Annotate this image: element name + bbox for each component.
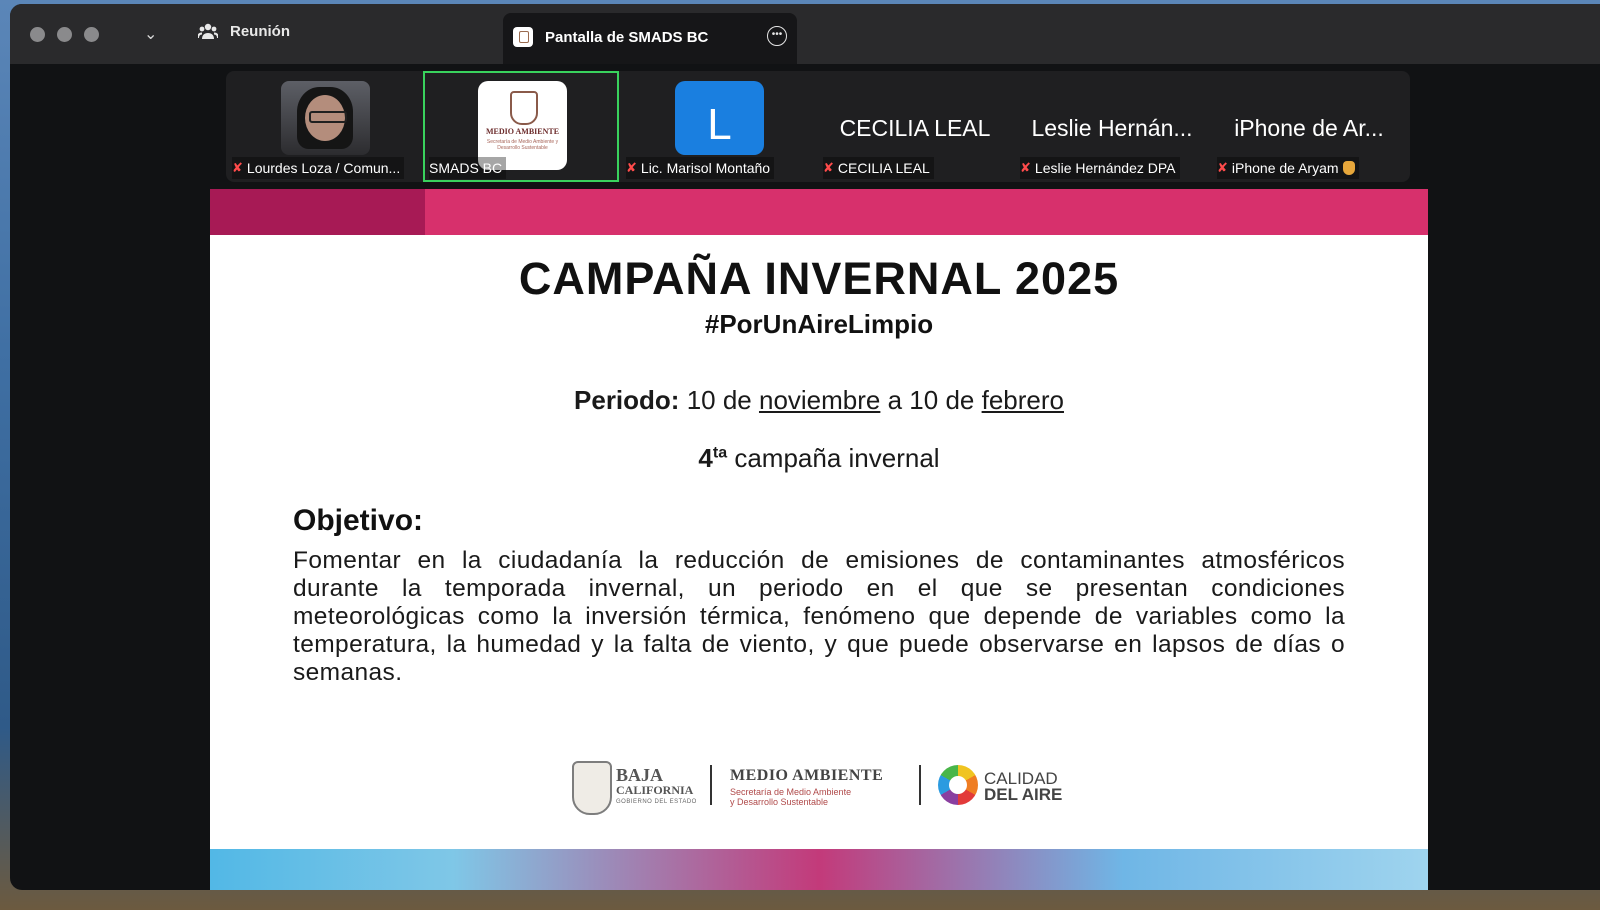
participant-tile[interactable]: iPhone de Ar... ✘ iPhone de Aryam xyxy=(1211,71,1407,182)
zoom-window-button[interactable] xyxy=(84,27,99,42)
slide-title: CAMPAÑA INVERNAL 2025 xyxy=(518,253,1120,304)
objective-text: Fomentar en la ciudadanía la reducción d… xyxy=(293,547,1345,686)
mic-muted-icon: ✘ xyxy=(1020,160,1031,175)
zoom-window: ⌄ Reunión Pantalla de SMADS BC ••• ✘ Lou… xyxy=(10,4,1600,890)
more-options-icon[interactable]: ••• xyxy=(767,26,787,46)
footer-logos: BAJA CALIFORNIA GOBIERNO DEL ESTADO MEDI… xyxy=(572,759,1066,815)
slide-header-bar xyxy=(210,189,1428,235)
participant-name-label: ✘ Leslie Hernández DPA xyxy=(1020,157,1180,179)
participant-display-name: CECILIA LEAL xyxy=(839,115,991,141)
meeting-menu[interactable]: Reunión xyxy=(198,22,290,40)
participant-name-label: ✘ Lourdes Loza / Comun... xyxy=(232,157,405,179)
participant-name-label: ✘ iPhone de Aryam xyxy=(1217,157,1359,179)
participant-strip: ✘ Lourdes Loza / Comun... MEDIO AMBIENTE… xyxy=(226,71,1410,182)
close-window-button[interactable] xyxy=(30,27,45,42)
person-emoji-icon xyxy=(1342,161,1355,175)
smads-logo-icon xyxy=(513,27,533,47)
shared-slide: CAMPAÑA INVERNAL 2025 #PorUnAireLimpio P… xyxy=(210,189,1428,890)
participant-tile[interactable]: L ✘ Lic. Marisol Montaño xyxy=(620,71,816,182)
mic-muted-icon: ✘ xyxy=(1217,160,1228,175)
participant-tile[interactable]: ✘ Lourdes Loza / Comun... xyxy=(226,71,422,182)
title-bar: ⌄ Reunión Pantalla de SMADS BC ••• xyxy=(10,4,1600,64)
participant-name-label: ✘ Lic. Marisol Montaño xyxy=(626,157,775,179)
slide-footer-band xyxy=(210,849,1428,890)
participant-name-label: ✘ CECILIA LEAL xyxy=(823,157,934,179)
minimize-window-button[interactable] xyxy=(57,27,72,42)
calidad-del-aire-ring-icon xyxy=(938,765,978,805)
chevron-down-icon[interactable]: ⌄ xyxy=(144,24,157,44)
participant-name-label: SMADS BC xyxy=(429,157,507,179)
avatar: L xyxy=(675,81,764,155)
slide-periodo: Periodo: 10 de noviembre a 10 de febrero xyxy=(574,385,1064,415)
mic-muted-icon: ✘ xyxy=(232,160,243,175)
participant-display-name: iPhone de Ar... xyxy=(1234,115,1384,141)
objective-heading: Objetivo: xyxy=(293,504,424,537)
tab-screen-share[interactable]: Pantalla de SMADS BC ••• xyxy=(503,13,797,64)
participant-display-name: Leslie Hernán... xyxy=(1031,115,1193,141)
mic-muted-icon: ✘ xyxy=(823,160,834,175)
participant-tile[interactable]: CECILIA LEAL ✘ CECILIA LEAL xyxy=(817,71,1013,182)
baja-california-crest-icon xyxy=(572,761,612,815)
meeting-label: Reunión xyxy=(230,22,290,40)
participant-photo xyxy=(281,81,370,155)
participant-tile[interactable]: Leslie Hernán... ✘ Leslie Hernández DPA xyxy=(1014,71,1210,182)
participant-tile-active[interactable]: MEDIO AMBIENTE Secretaría de Medio Ambie… xyxy=(423,71,619,182)
slide-hashtag: #PorUnAireLimpio xyxy=(704,309,934,339)
tab-title: Pantalla de SMADS BC xyxy=(545,29,709,46)
slide-campaign-number: 4ta campaña invernal xyxy=(698,443,940,473)
participants-icon xyxy=(198,23,218,39)
mic-muted-icon: ✘ xyxy=(626,160,637,175)
